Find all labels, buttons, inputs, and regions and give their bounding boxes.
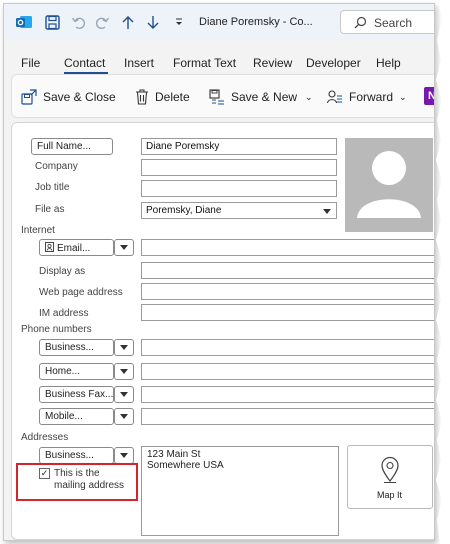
- delete-label: Delete: [155, 90, 190, 104]
- up-arrow-icon[interactable]: [120, 14, 136, 30]
- customize-icon[interactable]: [171, 14, 187, 30]
- save-close-icon: [21, 89, 37, 105]
- phone-business-fax-dropdown[interactable]: [114, 386, 134, 403]
- phone-mobile-dropdown[interactable]: [114, 408, 134, 425]
- contact-window: Diane Poremsky - Co... Search File Conta…: [3, 3, 435, 541]
- map-it-label: Map It: [377, 490, 403, 500]
- trash-icon: [136, 89, 148, 105]
- address-line-2: Somewhere USA: [147, 460, 224, 471]
- forward-contact-icon: [327, 90, 342, 104]
- email-field[interactable]: [141, 239, 434, 256]
- delete-button[interactable]: Delete: [135, 89, 190, 105]
- undo-icon[interactable]: [70, 14, 86, 30]
- save-new-label: Save & New: [231, 90, 298, 104]
- map-pin-icon: [381, 456, 399, 483]
- phone-type-mobile[interactable]: Mobile...: [39, 408, 114, 425]
- email-button[interactable]: Email...: [39, 239, 114, 256]
- company-label: Company: [35, 161, 78, 172]
- full-name-field[interactable]: Diane Poremsky: [141, 138, 337, 155]
- tab-contact[interactable]: Contact: [64, 56, 105, 70]
- save-icon[interactable]: [44, 14, 60, 30]
- search-icon: [354, 16, 367, 29]
- email-dropdown[interactable]: [114, 239, 134, 256]
- menu-bar: File Contact Insert Format Text Review D…: [4, 40, 434, 74]
- email-button-label: Email...: [57, 243, 91, 254]
- person-silhouette-icon: [357, 151, 421, 218]
- phone-business-fax-field[interactable]: [141, 386, 434, 403]
- search-box[interactable]: Search: [340, 10, 434, 34]
- full-name-button[interactable]: Full Name...: [31, 138, 113, 155]
- save-close-label: Save & Close: [43, 90, 116, 104]
- phone-business-field[interactable]: [141, 339, 434, 356]
- chevron-down-icon: [120, 345, 128, 350]
- tab-file[interactable]: File: [21, 56, 40, 70]
- file-as-combo[interactable]: Poremsky, Diane: [141, 202, 337, 219]
- address-type-dropdown[interactable]: [114, 447, 134, 464]
- phone-type-home[interactable]: Home...: [39, 363, 114, 380]
- file-as-value: Poremsky, Diane: [146, 205, 222, 216]
- address-line-1: 123 Main St: [147, 449, 201, 460]
- phone-type-business-fax[interactable]: Business Fax...: [39, 386, 114, 403]
- display-as-label: Display as: [39, 266, 86, 277]
- chevron-down-icon: ⌄: [305, 91, 313, 102]
- addresses-section-label: Addresses: [21, 432, 69, 443]
- redo-icon[interactable]: [94, 14, 110, 30]
- save-new-icon: [209, 89, 224, 105]
- chevron-down-icon: [323, 209, 331, 214]
- internet-section-label: Internet: [21, 225, 55, 236]
- phone-home-dropdown[interactable]: [114, 363, 134, 380]
- phone-numbers-section-label: Phone numbers: [21, 324, 92, 335]
- forward-label: Forward: [349, 90, 394, 104]
- tab-developer[interactable]: Developer: [306, 56, 361, 70]
- im-address-field[interactable]: [141, 304, 434, 321]
- checkmark-icon: ✓: [40, 468, 49, 478]
- tab-format-text[interactable]: Format Text: [173, 56, 236, 70]
- phone-business-dropdown[interactable]: [114, 339, 134, 356]
- job-title-label: Job title: [35, 182, 70, 193]
- chevron-down-icon: [120, 245, 128, 250]
- search-label: Search: [374, 16, 413, 30]
- address-field[interactable]: 123 Main St Somewhere USA: [141, 446, 339, 536]
- tab-review[interactable]: Review: [253, 56, 292, 70]
- address-type-button[interactable]: Business...: [39, 447, 114, 464]
- save-close-button[interactable]: Save & Close: [21, 89, 116, 105]
- mailing-address-label: This is the mailing address: [54, 468, 124, 492]
- outlook-icon[interactable]: [16, 14, 32, 30]
- im-address-label: IM address: [39, 308, 89, 319]
- contact-photo[interactable]: [345, 138, 433, 232]
- contact-card-icon: [45, 242, 54, 252]
- web-page-field[interactable]: [141, 283, 434, 300]
- phone-type-business[interactable]: Business...: [39, 339, 114, 356]
- save-new-button[interactable]: Save & New ⌄: [209, 89, 313, 105]
- down-arrow-icon[interactable]: [145, 14, 161, 30]
- map-it-button[interactable]: Map It: [347, 445, 433, 509]
- display-as-field[interactable]: [141, 262, 434, 279]
- file-as-label: File as: [35, 204, 65, 215]
- company-field[interactable]: [141, 159, 337, 176]
- chevron-down-icon: [120, 414, 128, 419]
- mailing-line-2: mailing address: [54, 480, 125, 491]
- tab-insert[interactable]: Insert: [124, 56, 154, 70]
- mailing-line-1: This is the: [54, 468, 100, 479]
- chevron-down-icon: [120, 453, 128, 458]
- mailing-address-checkbox[interactable]: ✓: [39, 468, 50, 479]
- tab-help[interactable]: Help: [376, 56, 401, 70]
- phone-mobile-field[interactable]: [141, 408, 434, 425]
- phone-home-field[interactable]: [141, 363, 434, 380]
- chevron-down-icon: [120, 392, 128, 397]
- web-page-label: Web page address: [39, 287, 123, 298]
- chevron-down-icon: [120, 369, 128, 374]
- title-bar: Diane Poremsky - Co... Search: [4, 4, 434, 40]
- job-title-field[interactable]: [141, 180, 337, 197]
- torn-edge-decoration: [436, 0, 450, 544]
- chevron-down-icon: ⌄: [399, 91, 407, 102]
- ribbon: Save & Close Delete Save & New ⌄ Forward…: [11, 74, 434, 118]
- forward-button[interactable]: Forward ⌄: [327, 89, 407, 105]
- window-title: Diane Poremsky - Co...: [199, 16, 313, 28]
